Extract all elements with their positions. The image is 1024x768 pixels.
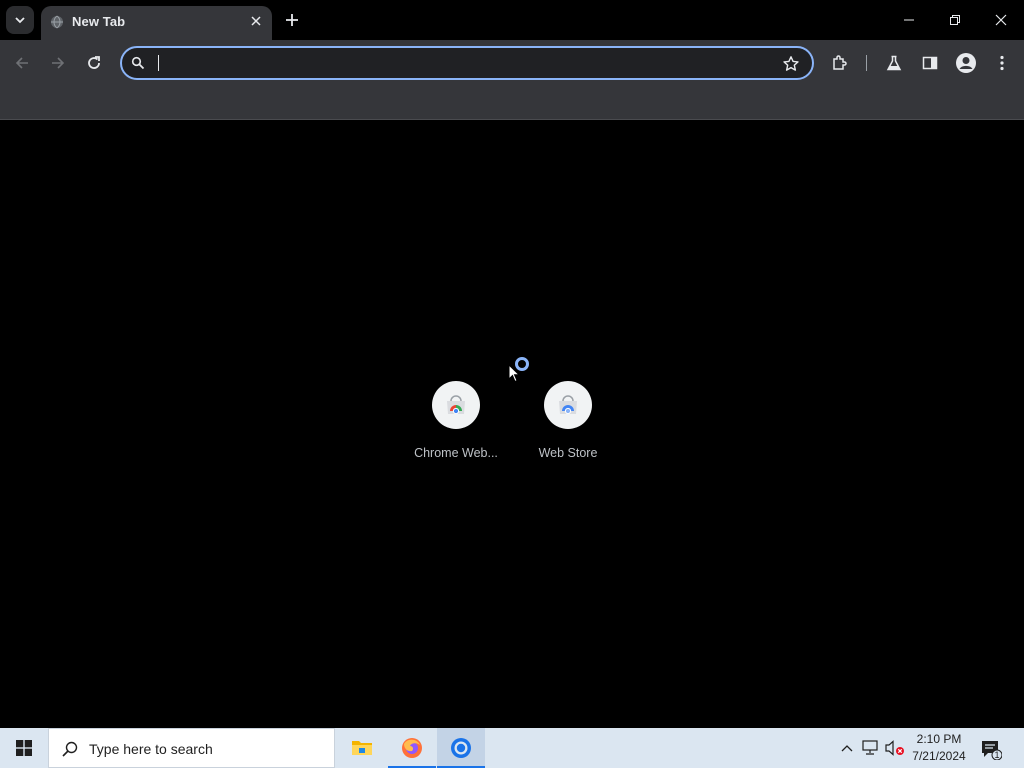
- chrome-icon: [451, 738, 471, 758]
- more-menu-icon: [1000, 55, 1004, 71]
- volume-muted-icon: [885, 740, 904, 756]
- restore-button[interactable]: [932, 0, 978, 40]
- profile-avatar-icon: [956, 53, 976, 73]
- chevron-down-icon: [15, 17, 25, 24]
- shortcut-icon-circle: [432, 381, 480, 429]
- clock-time: 2:10 PM: [916, 732, 962, 746]
- shortcut-label: Chrome Web...: [414, 446, 498, 460]
- shortcut-chrome-web-store[interactable]: Chrome Web...: [400, 381, 512, 471]
- start-button[interactable]: [0, 728, 48, 768]
- firefox-icon: [402, 738, 422, 758]
- extensions-icon: [833, 55, 847, 70]
- network-icon: [862, 740, 878, 755]
- star-icon[interactable]: [782, 55, 800, 73]
- address-input[interactable]: [156, 51, 776, 75]
- taskbar-app-chrome[interactable]: [437, 728, 485, 768]
- forward-arrow-icon: [52, 57, 65, 69]
- forward-button[interactable]: [45, 50, 71, 76]
- close-window-button[interactable]: [978, 0, 1024, 40]
- browser-titlebar: New Tab: [0, 0, 1024, 40]
- notification-count: 1: [994, 750, 1000, 760]
- text-caret: [158, 55, 159, 71]
- tab-search-button[interactable]: [6, 6, 34, 34]
- reload-icon: [88, 56, 100, 69]
- search-icon: [62, 741, 78, 757]
- windows-logo-icon: [16, 740, 32, 756]
- address-bar[interactable]: [120, 46, 814, 80]
- taskbar-app-file-explorer[interactable]: [338, 728, 386, 768]
- close-icon: [251, 16, 261, 26]
- reload-button[interactable]: [81, 50, 107, 76]
- extensions-button[interactable]: [827, 50, 853, 76]
- globe-icon: [51, 15, 63, 29]
- minimize-icon: [904, 19, 914, 21]
- tab-title: New Tab: [72, 14, 126, 29]
- clock-date: 7/21/2024: [912, 749, 966, 763]
- new-tab-button[interactable]: [280, 8, 304, 32]
- tab-close-button[interactable]: [248, 13, 264, 29]
- taskbar-search-box[interactable]: Type here to search: [48, 728, 335, 768]
- mouse-cursor-icon: [508, 364, 520, 383]
- chevron-up-icon: [841, 745, 853, 752]
- taskbar-clock[interactable]: 2:10 PM 7/21/2024: [906, 731, 972, 765]
- restore-icon: [950, 15, 960, 25]
- minimize-button[interactable]: [886, 0, 932, 40]
- taskbar-search-placeholder: Type here to search: [89, 741, 213, 757]
- network-status[interactable]: [861, 738, 881, 758]
- show-hidden-icons-button[interactable]: [837, 738, 857, 758]
- more-menu-button[interactable]: [989, 50, 1015, 76]
- volume-control[interactable]: [885, 738, 905, 758]
- folder-icon: [352, 741, 372, 755]
- shortcut-label: Web Store: [538, 446, 598, 460]
- side-panel-button[interactable]: [917, 50, 943, 76]
- profile-button[interactable]: [953, 50, 979, 76]
- side-panel-icon: [922, 56, 938, 70]
- browser-toolbar: [0, 40, 1024, 120]
- back-arrow-icon: [15, 57, 28, 69]
- shortcut-web-store[interactable]: Web Store: [512, 381, 624, 471]
- chrome-web-store-icon: [447, 395, 465, 415]
- web-store-icon: [559, 395, 577, 415]
- back-button[interactable]: [9, 50, 35, 76]
- shortcut-icon-circle: [544, 381, 592, 429]
- taskbar-app-firefox[interactable]: [388, 728, 436, 768]
- search-icon: [131, 56, 145, 70]
- tab-new-tab[interactable]: New Tab: [41, 6, 272, 40]
- plus-icon: [286, 14, 298, 26]
- toolbar-separator: [866, 55, 867, 71]
- close-icon: [995, 14, 1007, 26]
- action-center-button[interactable]: 1: [980, 738, 1003, 761]
- windows-taskbar: Type here to search 2:10 PM 7/21/2024 1: [0, 728, 1024, 768]
- labs-button[interactable]: [881, 50, 907, 76]
- labs-flask-icon: [886, 55, 902, 71]
